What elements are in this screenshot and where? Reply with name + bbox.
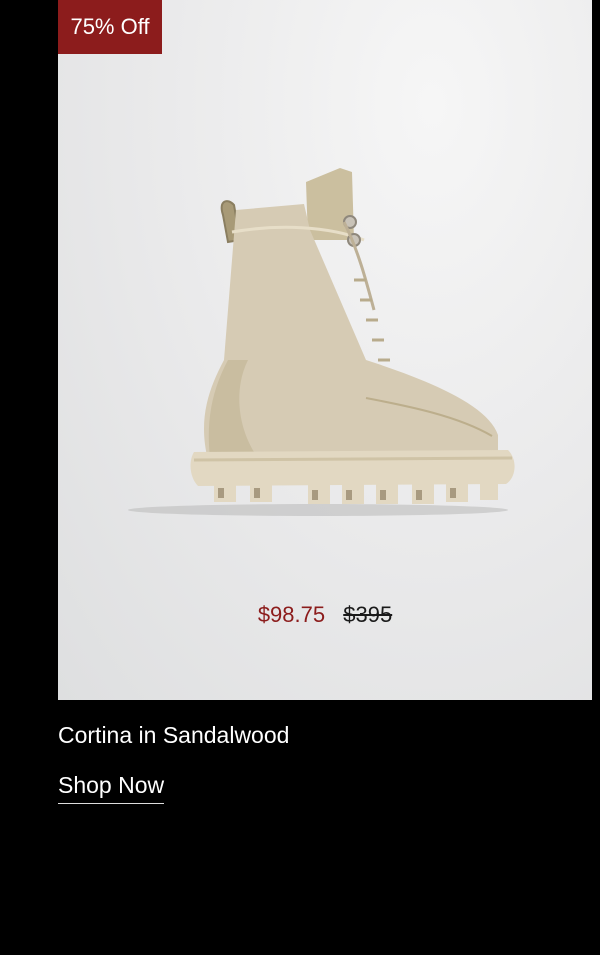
original-price: $395	[343, 602, 393, 627]
sale-price: $98.75	[257, 602, 326, 627]
price-row: $98.75 $395	[58, 602, 592, 628]
product-title[interactable]: Cortina in Sandalwood	[58, 722, 289, 749]
boot-icon[interactable]	[128, 160, 528, 530]
product-card[interactable]: 75% Off $98.75 $395	[58, 0, 592, 700]
discount-badge: 75% Off	[58, 0, 162, 54]
shop-now-link[interactable]: Shop Now	[58, 772, 165, 804]
